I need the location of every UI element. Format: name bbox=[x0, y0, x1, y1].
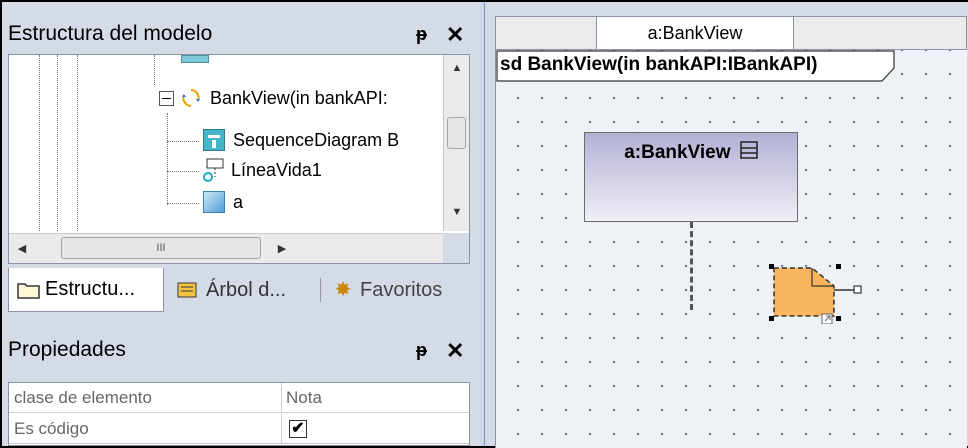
document-tabs: a:BankView bbox=[495, 16, 967, 50]
left-pane: Estructura del modelo ᵽ ✕ BankView(in ba… bbox=[2, 2, 480, 446]
folder-icon bbox=[17, 280, 41, 300]
tree-guide-line bbox=[167, 141, 199, 142]
tree-item-label: BankView(in bankAPI: bbox=[210, 87, 388, 108]
frame-label: sd BankView(in bankAPI:IBankAPI) bbox=[500, 54, 818, 75]
interaction-icon bbox=[180, 87, 202, 109]
tree-icon bbox=[176, 280, 200, 300]
properties-grid: clase de elemento Nota Es código ✔ bbox=[8, 382, 470, 446]
diagram-pane: a:BankView sd BankView(in bankAPI:IBankA… bbox=[484, 2, 968, 448]
tree-item-label: SequenceDiagram B bbox=[233, 129, 400, 150]
scroll-left-icon[interactable]: ◀ bbox=[9, 235, 35, 261]
properties-title: Propiedades bbox=[8, 338, 126, 361]
scrollbar-corner bbox=[443, 233, 469, 263]
partial-tree-icon bbox=[181, 55, 209, 63]
diagram-canvas[interactable]: sd BankView(in bankAPI:IBankAPI) a:BankV… bbox=[495, 50, 967, 448]
tree-item-label: LíneaVida1 bbox=[231, 159, 322, 180]
lifeline-label: a:BankView bbox=[624, 142, 731, 164]
tab-estructura[interactable]: Estructu... bbox=[8, 268, 164, 312]
scrollbar-thumb[interactable] bbox=[447, 117, 466, 149]
tree-guide-line bbox=[154, 55, 155, 85]
tab-divider bbox=[320, 278, 321, 302]
model-tree-title: Estructura del modelo bbox=[8, 22, 213, 45]
tab-label: Favoritos bbox=[360, 278, 443, 301]
sequence-diagram-icon bbox=[203, 129, 225, 151]
application-window: Estructura del modelo ᵽ ✕ BankView(in ba… bbox=[0, 0, 968, 448]
model-tree[interactable]: BankView(in bankAPI: SequenceDiagram B L… bbox=[8, 54, 470, 264]
tree-item-lifeline[interactable]: LíneaVida1 bbox=[203, 155, 322, 185]
note-element[interactable] bbox=[768, 264, 878, 324]
note-icon bbox=[203, 191, 225, 213]
tree-item-bankview[interactable]: BankView(in bankAPI: bbox=[159, 83, 388, 113]
lifeline-icon bbox=[203, 157, 225, 183]
tab-bankview[interactable]: a:BankView bbox=[596, 17, 794, 49]
tab-favoritos[interactable]: ✸ Favoritos bbox=[328, 268, 468, 312]
pin-icon[interactable]: ᵽ bbox=[416, 24, 427, 45]
close-properties-button[interactable]: ✕ bbox=[446, 338, 464, 364]
model-panel-tabs: Estructu... Árbol d... ✸ Favoritos bbox=[8, 268, 470, 312]
property-row[interactable]: Es código ✔ bbox=[9, 414, 469, 444]
tab-label: Estructu... bbox=[45, 278, 136, 300]
property-name: Es código bbox=[14, 419, 89, 438]
es-codigo-checkbox[interactable]: ✔ bbox=[289, 420, 307, 438]
lifeline-title-row: a:BankView bbox=[585, 141, 797, 165]
scroll-up-icon[interactable]: ▲ bbox=[444, 55, 469, 81]
collapse-icon[interactable] bbox=[159, 90, 174, 106]
tab-arbol[interactable]: Árbol d... bbox=[172, 268, 316, 312]
tab-label: Árbol d... bbox=[206, 278, 287, 301]
property-name: clase de elemento bbox=[14, 388, 152, 407]
tree-item-label: a bbox=[233, 191, 244, 212]
tree-guide-line bbox=[167, 171, 199, 172]
tree-guide-line bbox=[77, 55, 78, 231]
tree-guide-line bbox=[39, 55, 40, 231]
list-icon bbox=[740, 141, 758, 165]
tree-horizontal-scrollbar[interactable]: ◀ III ▶ bbox=[9, 233, 445, 263]
scroll-down-icon[interactable]: ▼ bbox=[444, 199, 469, 225]
favorites-icon: ✸ bbox=[334, 279, 352, 301]
property-row[interactable]: clase de elemento Nota bbox=[9, 383, 469, 413]
tree-guide-line bbox=[57, 55, 58, 231]
scrollbar-thumb[interactable]: III bbox=[61, 237, 261, 259]
tree-item-note[interactable]: a bbox=[203, 187, 243, 217]
tree-guide-line bbox=[167, 203, 199, 204]
tree-item-sequence-diagram[interactable]: SequenceDiagram B bbox=[203, 125, 399, 155]
pin-icon[interactable]: ᵽ bbox=[416, 340, 427, 361]
lifeline-head[interactable]: a:BankView bbox=[584, 132, 798, 222]
lifeline-dashed-line bbox=[690, 222, 693, 310]
tree-guide-line bbox=[167, 113, 168, 205]
close-model-panel-button[interactable]: ✕ bbox=[446, 22, 464, 48]
property-value[interactable]: Nota bbox=[281, 383, 322, 413]
scroll-right-icon[interactable]: ▶ bbox=[269, 235, 295, 261]
tree-vertical-scrollbar[interactable]: ▲ ▼ bbox=[443, 55, 469, 231]
